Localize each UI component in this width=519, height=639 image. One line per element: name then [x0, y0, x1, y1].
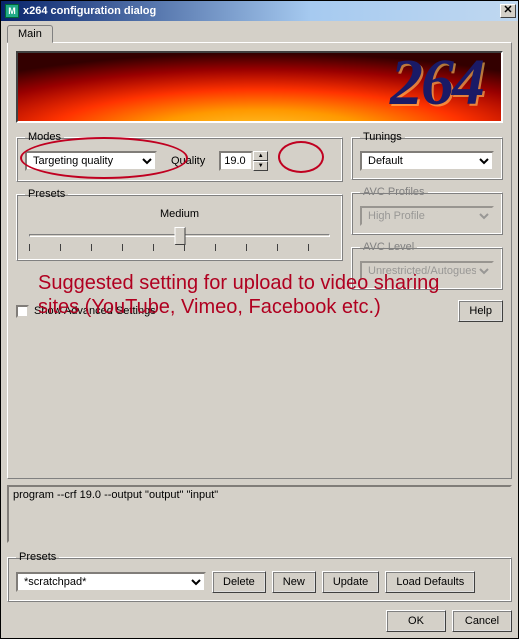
cancel-button[interactable]: Cancel: [452, 610, 512, 632]
quality-label: Quality: [171, 155, 205, 167]
client-area: Main 264 Modes Targeting quality Quality: [1, 21, 518, 638]
x264-config-window: M x264 configuration dialog ✕ Main 264 M…: [0, 0, 519, 639]
quality-up[interactable]: ▲: [253, 151, 268, 161]
show-advanced-checkbox[interactable]: Show Advanced Settings: [16, 305, 156, 318]
checkbox-box[interactable]: [16, 305, 29, 318]
avc-profiles-select: High Profile: [360, 206, 494, 226]
avc-profiles-legend: AVC Profiles: [360, 186, 428, 198]
tabstrip: Main: [7, 25, 512, 43]
load-defaults-button[interactable]: Load Defaults: [385, 571, 475, 593]
presets-slider-group: Presets Medium: [16, 188, 343, 261]
tunings-group: Tunings Default: [351, 131, 503, 180]
bottom-presets-group: Presets *scratchpad* Delete New Update L…: [7, 551, 512, 602]
banner-text: 264: [390, 51, 483, 121]
modes-select[interactable]: Targeting quality: [25, 151, 157, 171]
help-button[interactable]: Help: [458, 300, 503, 322]
update-button[interactable]: Update: [322, 571, 379, 593]
quality-spinner[interactable]: ▲ ▼: [219, 151, 268, 171]
quality-down[interactable]: ▼: [253, 161, 268, 171]
window-title: x264 configuration dialog: [23, 5, 500, 17]
slider-thumb[interactable]: [174, 227, 185, 245]
delete-button[interactable]: Delete: [212, 571, 266, 593]
avc-level-select: Unrestricted/Autoguess: [360, 261, 494, 281]
avc-profiles-group: AVC Profiles High Profile: [351, 186, 503, 235]
banner: 264: [16, 51, 503, 123]
preset-value-label: Medium: [25, 208, 334, 220]
app-icon: M: [5, 4, 19, 18]
command-line[interactable]: [7, 485, 512, 543]
bottom-presets-legend: Presets: [16, 551, 59, 563]
tunings-select[interactable]: Default: [360, 151, 494, 171]
presets-slider-legend: Presets: [25, 188, 68, 200]
ok-button[interactable]: OK: [386, 610, 446, 632]
show-advanced-label: Show Advanced Settings: [34, 305, 156, 317]
tab-main[interactable]: Main: [7, 25, 53, 43]
new-button[interactable]: New: [272, 571, 316, 593]
close-button[interactable]: ✕: [500, 4, 516, 18]
titlebar: M x264 configuration dialog ✕: [1, 1, 518, 21]
tunings-legend: Tunings: [360, 131, 405, 143]
bottom-preset-select[interactable]: *scratchpad*: [16, 572, 206, 592]
preset-slider[interactable]: [29, 224, 330, 252]
modes-group: Modes Targeting quality Quality ▲ ▼: [16, 131, 343, 182]
avc-level-group: AVC Level Unrestricted/Autoguess: [351, 241, 503, 290]
avc-level-legend: AVC Level: [360, 241, 417, 253]
modes-legend: Modes: [25, 131, 64, 143]
tab-panel-main: 264 Modes Targeting quality Quality: [7, 42, 512, 479]
quality-value[interactable]: [219, 151, 253, 171]
